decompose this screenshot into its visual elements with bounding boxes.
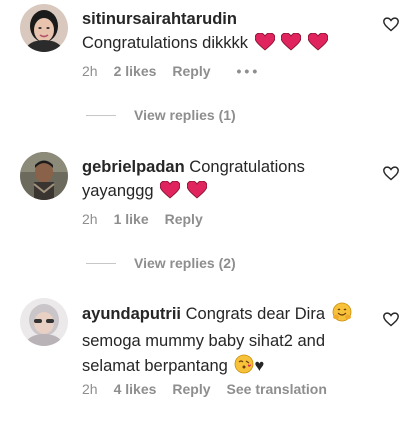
avatar[interactable]: [20, 4, 68, 52]
comment-2: gebrielpadan Congratulations yayanggg 2h…: [0, 150, 420, 280]
red-heart-emoji: [307, 32, 329, 57]
face-blowing-kiss-emoji: [234, 354, 254, 380]
like-heart-icon[interactable]: [383, 17, 399, 33]
comment-meta: 2h 1 like Reply: [82, 211, 219, 227]
likes-count[interactable]: 2 likes: [114, 63, 157, 79]
like-heart-icon[interactable]: [383, 312, 399, 328]
comment-1: sitinursairahtarudin Congratulations dik…: [0, 0, 420, 130]
comment-username[interactable]: sitinursairahtarudin: [82, 8, 382, 30]
avatar[interactable]: [20, 152, 68, 200]
comment-text-line-2: yayanggg: [82, 180, 382, 205]
avatar[interactable]: [20, 298, 68, 346]
red-heart-emoji: [159, 180, 181, 205]
comment-text-line-2: semoga mummy baby sihat2 and: [82, 332, 326, 350]
comment-text-line: yayanggg: [82, 182, 154, 200]
likes-count[interactable]: 1 like: [114, 211, 149, 227]
like-heart-icon[interactable]: [383, 166, 399, 182]
likes-count[interactable]: 4 likes: [114, 381, 157, 397]
reply-button[interactable]: Reply: [172, 63, 210, 79]
red-heart-emoji: [280, 32, 302, 57]
replies-divider: [86, 262, 116, 264]
comment-3: ayundaputrii Congrats dear Dira semoga m…: [0, 296, 420, 416]
black-heart: ♥: [254, 357, 265, 375]
comment-meta: 2h 2 likes Reply •••: [82, 63, 276, 79]
view-replies-label[interactable]: View replies (2): [134, 255, 236, 271]
comment-text-line-3: selamat berpantang ♥: [82, 354, 382, 380]
comment-text-line: Congratulations: [189, 158, 305, 176]
red-heart-emoji: [186, 180, 208, 205]
comment-text-line: Congrats dear Dira: [185, 305, 326, 323]
red-heart-emoji: [254, 32, 275, 57]
comment-text-line: selamat berpantang: [82, 357, 228, 375]
comment-text: ayundaputrii Congrats dear Dira: [82, 302, 382, 328]
see-translation-button[interactable]: See translation: [227, 381, 327, 397]
comment-meta: 2h 4 likes Reply See translation: [82, 381, 343, 397]
replies-divider: [86, 114, 116, 116]
more-options-icon[interactable]: •••: [237, 63, 261, 79]
comment-text-line: Congratulations dikkkk: [82, 34, 248, 52]
comment-username[interactable]: ayundaputrii: [82, 305, 181, 323]
view-replies-label[interactable]: View replies (1): [134, 107, 236, 123]
reply-button[interactable]: Reply: [172, 381, 210, 397]
comment-time: 2h: [82, 211, 98, 227]
view-replies[interactable]: View replies (2): [86, 255, 236, 271]
comment-time: 2h: [82, 63, 98, 79]
comment-username[interactable]: gebrielpadan: [82, 158, 185, 176]
hugging-face-emoji: [332, 302, 352, 328]
comment-text: Congratulations dikkkk: [82, 32, 382, 57]
reply-button[interactable]: Reply: [165, 211, 203, 227]
comment-text: gebrielpadan Congratulations: [82, 156, 382, 178]
view-replies[interactable]: View replies (1): [86, 107, 236, 123]
comment-time: 2h: [82, 381, 98, 397]
